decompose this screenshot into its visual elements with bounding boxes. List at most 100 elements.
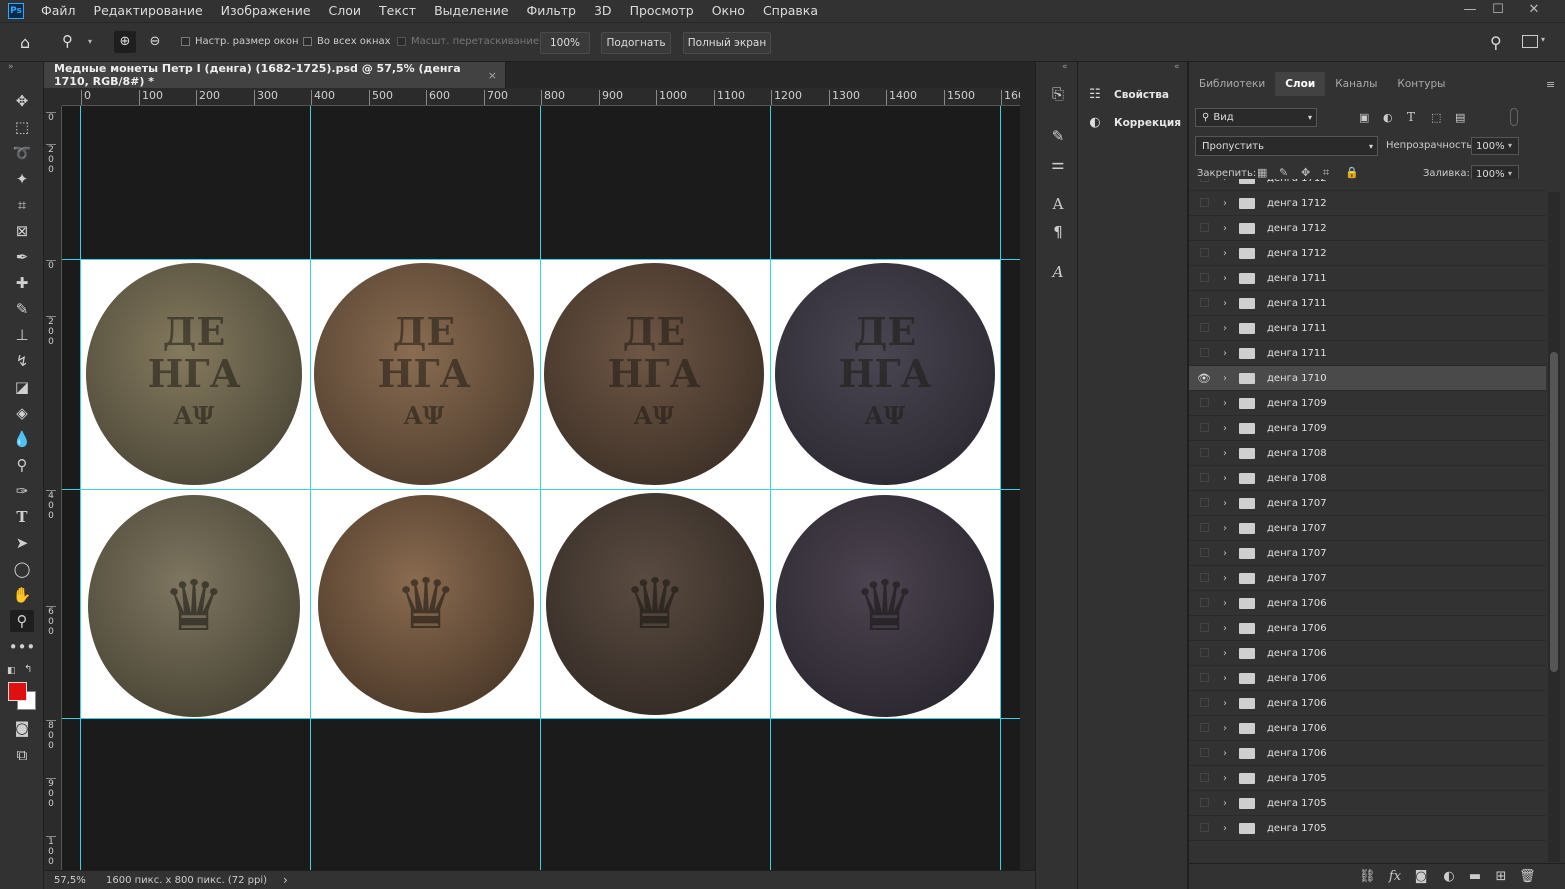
character-icon[interactable]: A [1048, 194, 1068, 214]
tab-libraries[interactable]: Библиотеки [1189, 72, 1275, 96]
clone-stamp-tool-icon[interactable]: ⊥ [10, 324, 34, 346]
expand-group-icon[interactable]: › [1223, 448, 1233, 459]
menu-window[interactable]: Окно [703, 0, 754, 22]
lock-all-icon[interactable]: 🔒 [1345, 166, 1359, 179]
visibility-box[interactable] [1199, 422, 1209, 432]
canvas-area[interactable]: ДЕ НГА ΑΨ ДЕ НГА ΑΨ ДЕ НГА ΑΨ ДЕ НГА ΑΨ ♛ ♛ ♛ ♛ [62, 106, 1020, 870]
chevron-down-icon[interactable]: ▾ [1508, 141, 1512, 150]
layer-filter-select[interactable]: ⚲ Вид ▾ [1195, 108, 1317, 127]
quick-mask-icon[interactable]: ◙ [10, 717, 34, 739]
visibility-box[interactable] [1199, 247, 1209, 257]
history-icon[interactable]: ⎘ [1048, 84, 1068, 104]
expand-group-icon[interactable]: › [1223, 773, 1233, 784]
canvas-scrollbar[interactable] [1020, 88, 1035, 870]
layer-name[interactable]: денга 1706 [1267, 698, 1327, 709]
brush-settings-icon[interactable]: ✎ [1048, 126, 1068, 146]
status-menu-arrow[interactable]: › [283, 873, 288, 887]
visibility-box[interactable] [1199, 522, 1209, 532]
expand-group-icon[interactable]: › [1223, 198, 1233, 209]
layer-row[interactable]: › денга 1706 [1189, 741, 1546, 766]
layer-name[interactable]: денга 1705 [1267, 773, 1327, 784]
lock-artboard-icon[interactable]: ⌗ [1323, 166, 1329, 180]
menu-type[interactable]: Текст [370, 0, 425, 22]
expand-group-icon[interactable]: › [1223, 673, 1233, 684]
fit-screen-button[interactable]: Подогнать [601, 32, 671, 54]
new-layer-icon[interactable]: ⊞ [1493, 869, 1509, 884]
visibility-box[interactable] [1199, 222, 1209, 232]
resize-windows-checkbox[interactable]: Настр. размер окон [181, 36, 299, 47]
layer-row[interactable]: › денга 1706 [1189, 666, 1546, 691]
zoom-level[interactable]: 57,5% [54, 875, 106, 886]
menu-view[interactable]: Просмотр [621, 0, 703, 22]
layer-row[interactable]: › денга 1707 [1189, 491, 1546, 516]
visibility-box[interactable] [1199, 472, 1209, 482]
expand-toolbox-icon[interactable]: » [8, 62, 14, 72]
layer-row[interactable]: › денга 1712 [1189, 191, 1546, 216]
visibility-toggle[interactable] [1189, 647, 1219, 660]
layer-row[interactable]: › денга 1706 [1189, 616, 1546, 641]
menu-edit[interactable]: Редактирование [85, 0, 212, 22]
magic-wand-tool-icon[interactable]: ✦ [10, 168, 34, 190]
guide-vertical[interactable] [80, 106, 81, 870]
pen-tool-icon[interactable]: ✑ [10, 480, 34, 502]
dodge-tool-icon[interactable]: ⚲ [10, 454, 34, 476]
layer-name[interactable]: денга 1711 [1267, 273, 1327, 284]
new-adjustment-layer-icon[interactable]: ◐ [1441, 869, 1457, 884]
add-mask-icon[interactable]: ◙ [1413, 869, 1429, 884]
layer-name[interactable]: денга 1709 [1267, 398, 1327, 409]
more-tools-icon[interactable]: ••• [9, 636, 36, 658]
layer-name[interactable]: денга 1705 [1267, 823, 1327, 834]
visibility-toggle[interactable] [1189, 547, 1219, 560]
brush-tool-icon[interactable]: ✎ [10, 298, 34, 320]
new-group-icon[interactable]: ▬ [1467, 869, 1483, 884]
eye-icon[interactable]: 👁 [1189, 372, 1219, 385]
workspace-icon[interactable] [1522, 35, 1538, 48]
layer-name[interactable]: денга 1707 [1267, 548, 1327, 559]
layer-name[interactable]: денга 1706 [1267, 673, 1327, 684]
layer-row[interactable]: › денга 1706 [1189, 641, 1546, 666]
visibility-box[interactable] [1199, 622, 1209, 632]
adjustments-sliders-icon[interactable]: ⚌ [1048, 154, 1068, 174]
visibility-box[interactable] [1199, 772, 1209, 782]
link-layers-icon[interactable]: ⛓ [1359, 869, 1376, 884]
layer-row[interactable]: › денга 1711 [1189, 266, 1546, 291]
expand-group-icon[interactable]: › [1223, 323, 1233, 334]
paragraph-icon[interactable]: ¶ [1048, 222, 1068, 242]
layer-name[interactable]: денга 1711 [1267, 348, 1327, 359]
expand-group-icon[interactable]: › [1223, 473, 1233, 484]
expand-group-icon[interactable]: › [1223, 573, 1233, 584]
layer-row[interactable]: › денга 1711 [1189, 291, 1546, 316]
zoom-in-icon[interactable]: ⊕ [114, 31, 136, 53]
visibility-box[interactable] [1199, 272, 1209, 282]
expand-group-icon[interactable]: › [1223, 348, 1233, 359]
layer-name[interactable]: денга 1707 [1267, 498, 1327, 509]
layer-name[interactable]: денга 1706 [1267, 623, 1327, 634]
tab-channels[interactable]: Каналы [1325, 72, 1387, 96]
visibility-box[interactable] [1199, 197, 1209, 207]
lasso-tool-icon[interactable]: ➰ [10, 142, 34, 164]
lock-transparent-icon[interactable]: ▦ [1257, 166, 1267, 179]
layer-name[interactable]: денга 1712 [1267, 198, 1327, 209]
chevron-down-icon[interactable]: ▾ [88, 37, 92, 46]
type-tool-icon[interactable]: T [10, 506, 34, 528]
scrubby-zoom-checkbox[interactable]: Масшт. перетаскиванием [397, 36, 547, 47]
layer-row[interactable]: › денга 1707 [1189, 566, 1546, 591]
visibility-box[interactable] [1199, 547, 1209, 557]
chevron-down-icon[interactable]: ▾ [1541, 35, 1545, 44]
layers-list[interactable]: › денга 1712 › денга 1712 › денга 1712 › денга … [1189, 179, 1546, 855]
layer-name[interactable]: денга 1711 [1267, 298, 1327, 309]
layer-row[interactable]: › денга 1711 [1189, 341, 1546, 366]
layer-row[interactable]: › денга 1709 [1189, 391, 1546, 416]
menu-filter[interactable]: Фильтр [518, 0, 585, 22]
visibility-toggle[interactable] [1189, 297, 1219, 310]
guide-vertical[interactable] [1000, 106, 1001, 870]
visibility-toggle[interactable] [1189, 522, 1219, 535]
layer-row[interactable]: › денга 1707 [1189, 541, 1546, 566]
expand-group-icon[interactable]: › [1223, 498, 1233, 509]
expand-group-icon[interactable]: › [1223, 798, 1233, 809]
layer-name[interactable]: денга 1710 [1267, 373, 1327, 384]
filter-adjustment-icon[interactable]: ◐ [1383, 111, 1393, 124]
expand-group-icon[interactable]: › [1223, 179, 1233, 184]
guide-horizontal[interactable] [62, 718, 1020, 719]
home-icon[interactable]: ⌂ [20, 33, 40, 52]
